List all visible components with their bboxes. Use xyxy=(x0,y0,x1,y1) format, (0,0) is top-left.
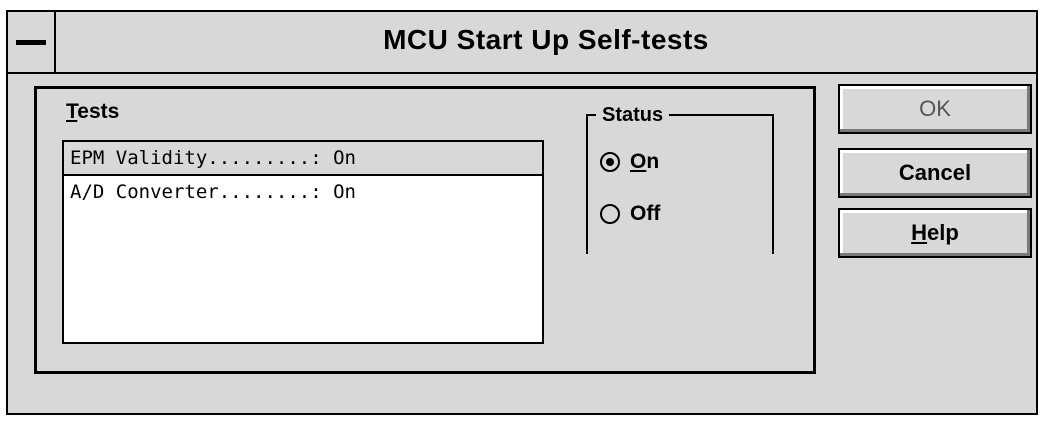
help-accelerator: H xyxy=(911,220,928,245)
tests-label: Tests xyxy=(66,100,119,124)
status-off-radio[interactable]: Off xyxy=(600,199,660,229)
system-menu-icon xyxy=(16,40,46,45)
title-bar: MCU Start Up Self-tests xyxy=(8,12,1036,74)
ok-button[interactable]: OK xyxy=(838,84,1032,134)
list-item[interactable]: EPM Validity.........: On xyxy=(64,142,542,176)
radio-selected-icon xyxy=(600,152,620,172)
status-on-accelerator: O xyxy=(630,150,647,173)
status-on-radio[interactable]: On xyxy=(600,147,659,177)
tests-listbox[interactable]: EPM Validity.........: On A/D Converter.… xyxy=(62,140,544,344)
status-on-label: On xyxy=(630,150,659,174)
list-item[interactable]: A/D Converter........: On xyxy=(64,176,542,208)
status-label: Status xyxy=(596,104,670,127)
tests-label-text: ests xyxy=(77,100,120,123)
status-groupbox xyxy=(586,114,774,254)
system-menu-button[interactable] xyxy=(8,12,56,72)
help-button[interactable]: Help xyxy=(838,208,1032,258)
radio-unselected-icon xyxy=(600,204,620,224)
tests-label-accelerator: T xyxy=(66,100,78,123)
window-title: MCU Start Up Self-tests xyxy=(383,24,709,55)
status-on-text: n xyxy=(646,150,660,173)
cancel-button[interactable]: Cancel xyxy=(838,148,1032,198)
status-off-label: Off xyxy=(630,202,661,225)
help-text: elp xyxy=(927,220,959,245)
